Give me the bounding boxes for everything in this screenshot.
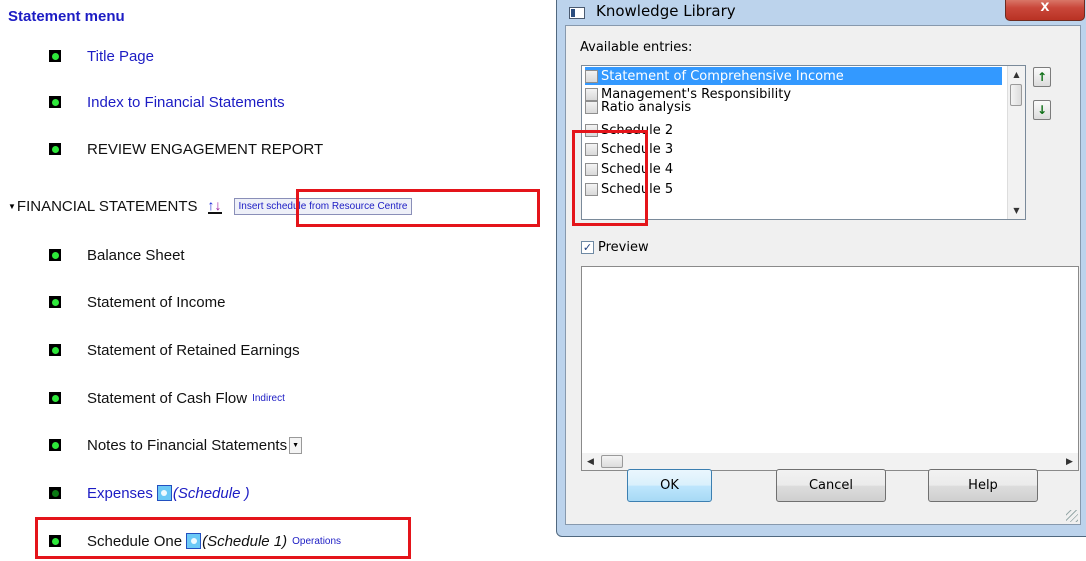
available-entries-label: Available entries:: [580, 40, 693, 55]
preview-pane[interactable]: ◀ ▶: [581, 266, 1079, 471]
preview-horizontal-scrollbar[interactable]: ◀ ▶: [582, 453, 1078, 470]
list-item[interactable]: Ratio analysis: [585, 99, 691, 115]
menu-item-label: Notes to Financial Statements: [87, 436, 288, 454]
scroll-up-icon[interactable]: ▲: [1008, 66, 1025, 83]
green-bullet-icon: [49, 392, 61, 404]
scroll-thumb[interactable]: [601, 455, 623, 468]
menu-item-title-page[interactable]: Title Page: [49, 45, 154, 67]
scroll-down-icon[interactable]: ▼: [1008, 202, 1025, 219]
menu-item-balance-sheet[interactable]: Balance Sheet: [49, 244, 185, 266]
entries-vertical-scrollbar[interactable]: ▲ ▼: [1007, 66, 1025, 219]
menu-item-label[interactable]: Index to Financial Statements: [87, 94, 285, 111]
green-bullet-icon: [49, 344, 61, 356]
list-item[interactable]: Statement of Comprehensive Income: [585, 67, 1002, 85]
move-up-icon: ↑: [1036, 70, 1048, 84]
scroll-right-icon[interactable]: ▶: [1061, 453, 1078, 470]
schedule-icon[interactable]: [156, 485, 172, 501]
help-button[interactable]: Help: [928, 469, 1038, 502]
green-bullet-icon: [49, 296, 61, 308]
dialog-titlebar[interactable]: Knowledge Library x: [557, 0, 1086, 25]
dialog-body: Available entries: Statement of Comprehe…: [565, 25, 1081, 525]
collapse-toggle-icon[interactable]: ▼: [8, 202, 16, 211]
green-bullet-icon: [49, 439, 61, 451]
notes-dropdown-icon[interactable]: ▼: [289, 436, 303, 454]
sort-arrows-icon[interactable]: ↑↓: [207, 198, 222, 214]
move-down-icon: ↓: [1036, 103, 1048, 117]
preview-checkbox[interactable]: ✓: [581, 241, 594, 254]
resize-grip-icon[interactable]: [1066, 510, 1078, 522]
cancel-button[interactable]: Cancel: [776, 469, 886, 502]
green-bullet-icon: [49, 143, 61, 155]
scroll-left-icon[interactable]: ◀: [582, 453, 599, 470]
menu-item-label: Statement of Income: [87, 293, 226, 311]
menu-item-income[interactable]: Statement of Income: [49, 291, 225, 313]
scroll-thumb[interactable]: [1010, 84, 1022, 106]
knowledge-library-dialog: Knowledge Library x Available entries: S…: [556, 0, 1086, 537]
app-window-icon: [569, 7, 585, 19]
dark-green-bullet-icon: [49, 487, 61, 499]
ok-button[interactable]: OK: [627, 469, 712, 502]
menu-item-notes[interactable]: Notes to Financial Statements ▼: [49, 434, 303, 456]
preview-label: Preview: [598, 240, 649, 255]
menu-item-cash-flow[interactable]: Statement of Cash Flow Indirect: [49, 387, 285, 409]
entry-label: Statement of Comprehensive Income: [601, 68, 844, 84]
close-icon: x: [1040, 0, 1050, 15]
schedule-label: (Schedule ): [172, 484, 250, 502]
green-bullet-icon: [49, 249, 61, 261]
menu-item-label: Balance Sheet: [87, 246, 185, 264]
green-bullet-icon: [49, 50, 61, 62]
menu-item-label[interactable]: Expenses: [87, 485, 153, 502]
move-up-button[interactable]: ↑: [1033, 67, 1051, 87]
menu-item-label: Statement of Retained Earnings: [87, 341, 300, 359]
highlight-schedule-one: [35, 517, 411, 559]
highlight-insert-schedule: [296, 189, 540, 227]
dialog-title: Knowledge Library: [596, 2, 736, 20]
entry-label: Ratio analysis: [601, 99, 692, 115]
green-bullet-icon: [49, 96, 61, 108]
menu-item-label: Statement of Cash Flow: [87, 389, 248, 407]
menu-item-index[interactable]: Index to Financial Statements: [49, 91, 285, 113]
entry-checkbox[interactable]: [585, 100, 598, 114]
menu-title: Statement menu: [8, 8, 125, 25]
menu-item-label[interactable]: Title Page: [87, 48, 154, 65]
section-label: FINANCIAL STATEMENTS: [16, 197, 198, 215]
preview-toggle[interactable]: ✓ Preview: [581, 240, 649, 255]
menu-item-label: REVIEW ENGAGEMENT REPORT: [87, 140, 324, 158]
entry-checkbox[interactable]: [585, 69, 598, 83]
menu-item-expenses[interactable]: Expenses (Schedule ): [49, 482, 250, 504]
cash-flow-method-link[interactable]: Indirect: [252, 393, 285, 404]
menu-item-review-report[interactable]: REVIEW ENGAGEMENT REPORT: [49, 138, 323, 160]
close-button[interactable]: x: [1005, 0, 1085, 21]
move-down-button[interactable]: ↓: [1033, 100, 1051, 120]
highlight-schedule-entries: [572, 130, 648, 226]
menu-item-retained-earnings[interactable]: Statement of Retained Earnings: [49, 339, 300, 361]
